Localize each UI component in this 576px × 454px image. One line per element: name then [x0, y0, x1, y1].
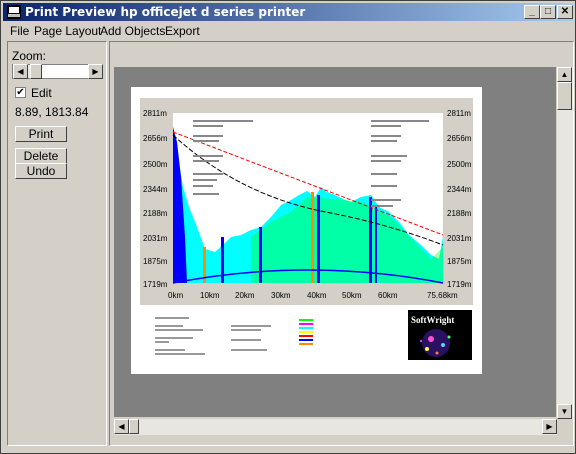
- close-icon: ✕: [560, 6, 570, 17]
- y-tick-right-3: 2344m: [447, 185, 472, 194]
- print-button[interactable]: Print: [15, 126, 67, 142]
- y-tick-left-0: 2811m: [143, 109, 167, 118]
- y-tick-right-5: 2031m: [447, 234, 472, 243]
- x-tick-5: 50km: [342, 291, 362, 300]
- vertical-scrollbar[interactable]: ▲ ▼: [557, 67, 573, 419]
- y-tick-left-2: 2500m: [143, 160, 168, 169]
- y-tick-right-7: 1719m: [447, 280, 472, 289]
- y-tick-right-2: 2500m: [447, 160, 472, 169]
- app-icon: [7, 5, 21, 19]
- scroll-corner: [557, 419, 573, 435]
- y-tick-right-6: 1875m: [447, 257, 472, 266]
- scroll-left-icon[interactable]: ◀: [114, 419, 129, 434]
- maximize-button[interactable]: □: [540, 5, 556, 19]
- x-tick-1: 10km: [200, 291, 220, 300]
- edit-label: Edit: [31, 86, 52, 100]
- maximize-icon: □: [544, 6, 552, 17]
- softwright-logo: SoftWright: [408, 310, 472, 360]
- x-tick-4: 40km: [307, 291, 327, 300]
- terrain-blue-strip-2: [259, 227, 262, 283]
- terrain-blue-strip-5: [375, 205, 377, 283]
- x-tick-7: 75.68km: [427, 291, 458, 300]
- window-title: Print Preview hp officejet d series prin…: [25, 5, 306, 19]
- horizontal-scrollbar[interactable]: ◀ ▶: [114, 419, 557, 435]
- terrain-blue-strip-1: [221, 237, 224, 283]
- menu-page-layout[interactable]: Page Layout: [34, 24, 101, 38]
- y-tick-right-4: 2188m: [447, 209, 472, 218]
- profile-drawing: 2811m 2656m 2500m 2344m 2188m 2031m 1875…: [140, 98, 473, 360]
- y-tick-left-7: 1719m: [143, 280, 168, 289]
- scroll-down-icon[interactable]: ▼: [557, 404, 572, 419]
- left-panel: [7, 41, 107, 446]
- zoom-left-arrow-icon[interactable]: ◀: [13, 64, 28, 79]
- scroll-right-icon[interactable]: ▶: [542, 419, 557, 434]
- title-bar[interactable]: Print Preview hp officejet d series prin…: [3, 3, 573, 21]
- x-tick-2: 20km: [235, 291, 255, 300]
- print-preview-window: Print Preview hp officejet d series prin…: [0, 0, 576, 454]
- terrain-blue-strip-4: [369, 197, 372, 283]
- scroll-up-icon[interactable]: ▲: [557, 67, 572, 82]
- footer-legend-colors: [299, 319, 313, 345]
- x-tick-0: 0km: [168, 291, 183, 300]
- coordinates-readout: 8.89, 1813.84: [15, 105, 89, 119]
- checkmark-icon: ✔: [16, 87, 25, 98]
- vertical-scroll-thumb[interactable]: [557, 82, 572, 110]
- preview-page[interactable]: 2811m 2656m 2500m 2344m 2188m 2031m 1875…: [131, 87, 482, 374]
- y-tick-left-4: 2188m: [143, 209, 168, 218]
- delete-button[interactable]: Delete: [15, 148, 67, 164]
- y-tick-left-1: 2656m: [143, 134, 168, 143]
- logo-text: SoftWright: [411, 315, 454, 325]
- minimize-button[interactable]: _: [524, 5, 540, 19]
- y-tick-left-5: 2031m: [143, 234, 168, 243]
- x-tick-3: 30km: [271, 291, 291, 300]
- zoom-thumb[interactable]: [30, 64, 42, 79]
- menu-export[interactable]: Export: [165, 24, 200, 38]
- x-tick-6: 60km: [378, 291, 398, 300]
- horizontal-scroll-thumb[interactable]: [129, 419, 139, 434]
- undo-button[interactable]: Undo: [15, 163, 67, 179]
- y-tick-right-0: 2811m: [447, 109, 471, 118]
- y-tick-right-1: 2656m: [447, 134, 472, 143]
- y-tick-left-3: 2344m: [143, 185, 168, 194]
- menu-file[interactable]: File: [10, 24, 29, 38]
- edit-checkbox[interactable]: ✔: [15, 87, 26, 98]
- y-tick-left-6: 1875m: [143, 257, 168, 266]
- menu-bar: File Page Layout Add Objects Export: [3, 22, 573, 40]
- zoom-slider[interactable]: ◀ ▶: [12, 64, 103, 79]
- zoom-label: Zoom:: [12, 49, 47, 63]
- menu-add-objects[interactable]: Add Objects: [100, 24, 165, 38]
- zoom-track[interactable]: [42, 65, 88, 78]
- zoom-right-arrow-icon[interactable]: ▶: [88, 64, 103, 79]
- footer-info-blocks: [155, 317, 271, 355]
- minimize-icon: _: [529, 6, 535, 17]
- close-button[interactable]: ✕: [557, 5, 573, 19]
